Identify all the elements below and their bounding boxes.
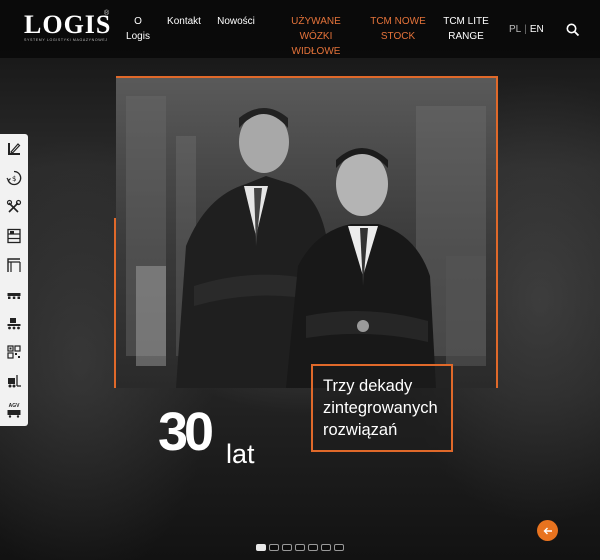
logo-tagline: SYSTEMY LOGISTYKI MAGAZYNOWEJ: [24, 38, 108, 42]
hero-photo-illustration: [126, 96, 486, 388]
rack-icon: [7, 258, 21, 272]
nav-item-kontakt[interactable]: Kontakt: [164, 14, 204, 29]
pallet-icon: [7, 293, 21, 299]
conveyor-icon: [7, 318, 21, 330]
side-item-agv[interactable]: AGV: [4, 400, 24, 420]
side-item-pallets[interactable]: [4, 284, 24, 304]
slider-dot-7[interactable]: [334, 544, 344, 551]
logo-registered: ®: [104, 10, 110, 17]
shelving-icon: [7, 228, 21, 244]
side-item-finance[interactable]: $: [4, 168, 24, 188]
lang-pl[interactable]: PL: [509, 24, 521, 35]
logo-text: LOGIS: [24, 10, 112, 39]
agv-icon: [7, 409, 21, 418]
side-item-design[interactable]: [4, 139, 24, 159]
slider-dot-3[interactable]: [282, 544, 292, 551]
nav-item-uzywane-wozki[interactable]: UŻYWANE WÓZKI WIDŁOWE: [274, 14, 358, 59]
anniversary-number: 30: [158, 402, 214, 462]
logo[interactable]: LOGIS ® SYSTEMY LOGISTYKI MAGAZYNOWEJ: [18, 10, 114, 46]
slider-dot-6[interactable]: [321, 544, 331, 551]
forklift-icon: [8, 375, 21, 388]
nav-item-tcm-nowe-stock[interactable]: TCM NOWE STOCK: [370, 14, 426, 44]
tagline-line-3: rozwiązań: [323, 421, 398, 439]
tools-icon: [6, 199, 22, 213]
tagline-line-1: Trzy dekady: [323, 377, 413, 395]
slide-tagline-box: Trzy dekady zintegrowanych rozwiązań: [311, 364, 453, 452]
nav-item-o-logis[interactable]: O Logis: [124, 14, 152, 44]
clock-coin-icon: $: [6, 170, 22, 186]
nav-item-tcm-lite-range[interactable]: TCM LITE RANGE: [440, 14, 492, 44]
svg-text:$: $: [12, 175, 16, 183]
search-button[interactable]: [566, 23, 580, 37]
tagline-line-2: zintegrowanych: [323, 399, 438, 417]
side-item-wms[interactable]: [4, 342, 24, 362]
lang-separator: |: [524, 24, 527, 35]
slider-dot-1[interactable]: [256, 544, 266, 551]
language-switcher: PL | EN: [509, 24, 544, 35]
hero-photo: [116, 76, 498, 388]
side-toolbar: $ AGV: [0, 134, 28, 426]
lang-en[interactable]: EN: [530, 24, 544, 35]
side-item-forklifts[interactable]: [4, 371, 24, 391]
side-item-racks[interactable]: [4, 255, 24, 275]
slider-dot-5[interactable]: [308, 544, 318, 551]
qr-code-icon: [7, 345, 21, 359]
nav-item-nowosci[interactable]: Nowości: [214, 14, 258, 29]
side-item-conveyors[interactable]: [4, 313, 24, 333]
slider-dot-2[interactable]: [269, 544, 279, 551]
search-icon: [566, 23, 580, 37]
side-item-shelving[interactable]: [4, 226, 24, 246]
pencil-ruler-icon: [8, 143, 21, 155]
slider-dot-4[interactable]: [295, 544, 305, 551]
anniversary-suffix: lat: [226, 439, 255, 469]
side-item-service[interactable]: [4, 197, 24, 217]
scroll-back-button[interactable]: [537, 520, 558, 541]
site-header: LOGIS ® SYSTEMY LOGISTYKI MAGAZYNOWEJ O …: [0, 0, 600, 58]
arrow-left-icon: [543, 527, 552, 534]
